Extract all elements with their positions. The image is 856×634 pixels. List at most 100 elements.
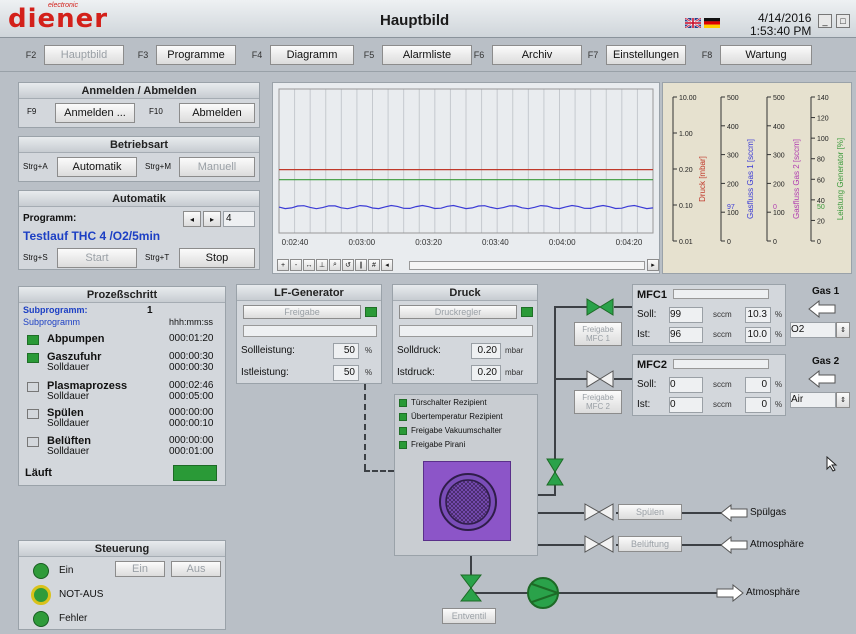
ruler-icon[interactable]: ⊥	[316, 259, 328, 271]
druckregler-button[interactable]: Druckregler	[399, 305, 517, 319]
valve-mfc1-icon[interactable]	[586, 298, 614, 316]
druck-soll-field[interactable]: 0.20	[471, 343, 501, 359]
abmelden-button[interactable]: Abmelden	[179, 103, 255, 123]
status-label: Freigabe Vakuumschalter	[411, 426, 502, 435]
axis-tick-label: 0	[817, 239, 821, 246]
ein-led	[33, 563, 49, 579]
shortcut-label: Strg+S	[23, 253, 48, 262]
axis-marker: 0	[773, 204, 777, 211]
minimize-button[interactable]: _	[818, 14, 832, 28]
ein-button[interactable]: Ein	[115, 561, 165, 577]
german-flag-icon[interactable]	[704, 18, 720, 28]
fkey-einstellungen[interactable]: F7 Einstellungen	[580, 44, 686, 66]
mfc2-ist-pct: 0	[745, 397, 771, 413]
freigabe-mfc1-button[interactable]: Freigabe MFC 1	[574, 322, 622, 346]
anmelden-button[interactable]: Anmelden ...	[55, 103, 135, 123]
step-time: 000:00:30	[169, 351, 214, 362]
fkey-hauptbild[interactable]: F2 Hauptbild	[18, 44, 124, 66]
mfc1-ist-label: Ist:	[637, 329, 651, 340]
chart-scrollbar[interactable]	[409, 261, 645, 270]
programm-label: Programm:	[23, 213, 77, 224]
archiv-button[interactable]: Archiv	[492, 45, 582, 65]
mfc2-unit: sccm	[713, 380, 732, 389]
fkey-alarmliste[interactable]: F5 Alarmliste	[356, 44, 472, 66]
druck-slider[interactable]	[399, 325, 533, 337]
alarmliste-button[interactable]: Alarmliste	[382, 45, 472, 65]
lf-slider[interactable]	[243, 325, 377, 337]
english-flag-icon[interactable]	[685, 18, 701, 28]
valve-main-icon[interactable]	[546, 458, 564, 486]
fkey-archiv[interactable]: F6 Archiv	[466, 44, 582, 66]
vacuum-pump-icon[interactable]	[526, 576, 562, 610]
valve-pump-icon[interactable]	[460, 574, 482, 602]
arrow-left-icon	[808, 300, 836, 318]
axis-tick-label: 500	[727, 95, 739, 102]
zoom-out-icon[interactable]: -	[290, 259, 302, 271]
lf-freigabe-button[interactable]: Freigabe	[243, 305, 361, 319]
x-tick-label: 0:04:20	[616, 238, 643, 247]
pause-icon[interactable]: ∥	[355, 259, 367, 271]
program-next-button[interactable]: ▸	[203, 211, 221, 227]
axis-tick-label: 0.10	[679, 203, 693, 210]
spuelen-button[interactable]: Spülen	[618, 504, 682, 520]
hauptbild-button[interactable]: Hauptbild	[44, 45, 124, 65]
subprogram-label: Subprogramm:	[23, 305, 88, 315]
step-led	[27, 409, 39, 419]
scroll-left-icon[interactable]: ◂	[381, 259, 393, 271]
status-led	[399, 413, 407, 421]
program-prev-button[interactable]: ◂	[183, 211, 201, 227]
gas1-select[interactable]: O2	[790, 322, 836, 338]
gas1-spinner-icon[interactable]: ⇕	[836, 322, 850, 338]
mfc2-slider[interactable]	[673, 359, 769, 369]
entventil-button[interactable]: Entventil	[442, 608, 496, 624]
magnifier-icon[interactable]: ⌕	[329, 259, 341, 271]
wartung-button[interactable]: Wartung	[720, 45, 812, 65]
lf-freigabe-led	[365, 307, 377, 317]
lf-soll-field[interactable]: 50	[333, 343, 359, 359]
arrow-left-icon	[720, 536, 748, 554]
stop-button[interactable]: Stop	[179, 248, 255, 268]
lf-ist-label: Istleistung:	[241, 367, 289, 378]
close-icon[interactable]: □	[836, 14, 850, 28]
valve-spuelen-icon[interactable]	[584, 503, 614, 521]
status-label: Freigabe Pirani	[411, 440, 466, 449]
diagramm-button[interactable]: Diagramm	[270, 45, 354, 65]
datetime: 4/14/2016 1:53:40 PM	[750, 12, 811, 38]
gas2-select[interactable]: Air	[790, 392, 836, 408]
mfc2-unit: sccm	[713, 400, 732, 409]
zoom-in-icon[interactable]: +	[277, 259, 289, 271]
valve-mfc2-icon[interactable]	[586, 370, 614, 388]
mfc1-slider[interactable]	[673, 289, 769, 299]
manuell-button[interactable]: Manuell	[179, 157, 255, 177]
start-button[interactable]: Start	[57, 248, 137, 268]
einstellungen-button[interactable]: Einstellungen	[606, 45, 686, 65]
aus-button[interactable]: Aus	[171, 561, 221, 577]
status-label: Übertemperatur Rezipient	[411, 412, 503, 421]
valve-belueftung-icon[interactable]	[584, 535, 614, 553]
fkey-wartung[interactable]: F8 Wartung	[694, 44, 812, 66]
fkey-programme[interactable]: F3 Programme	[130, 44, 236, 66]
program-number-field[interactable]: 4	[223, 211, 255, 227]
freigabe-mfc2-button[interactable]: Freigabe MFC 2	[574, 390, 622, 414]
grid-icon[interactable]: #	[368, 259, 380, 271]
axis-tick-label: 300	[773, 153, 785, 160]
plasma-chamber[interactable]	[423, 461, 511, 541]
mfc1-soll-field[interactable]: 99	[669, 307, 703, 323]
programme-button[interactable]: Programme	[156, 45, 236, 65]
scroll-right-icon[interactable]: ▸	[647, 259, 659, 271]
mfc2-soll-field[interactable]: 0	[669, 377, 703, 393]
automatik-button[interactable]: Automatik	[57, 157, 137, 177]
belueftung-button[interactable]: Belüftung	[618, 536, 682, 552]
axis-label: Druck [mbar]	[698, 156, 707, 202]
axis-tick-label: 140	[817, 95, 829, 102]
druck-soll-label: Solldruck:	[397, 345, 441, 356]
mfc1-panel: MFC1 Soll: 99 sccm 10.3 % Ist: 96 sccm 1…	[632, 284, 786, 346]
mfc2-title: MFC2	[637, 359, 667, 371]
fkey-diagramm[interactable]: F4 Diagramm	[244, 44, 354, 66]
pan-icon[interactable]: ↔	[303, 259, 315, 271]
pct-unit: %	[775, 380, 783, 389]
reset-icon[interactable]: ↺	[342, 259, 354, 271]
gas2-label: Gas 2	[812, 356, 840, 367]
gas2-spinner-icon[interactable]: ⇕	[836, 392, 850, 408]
step-sub-time: 000:05:00	[169, 391, 214, 402]
